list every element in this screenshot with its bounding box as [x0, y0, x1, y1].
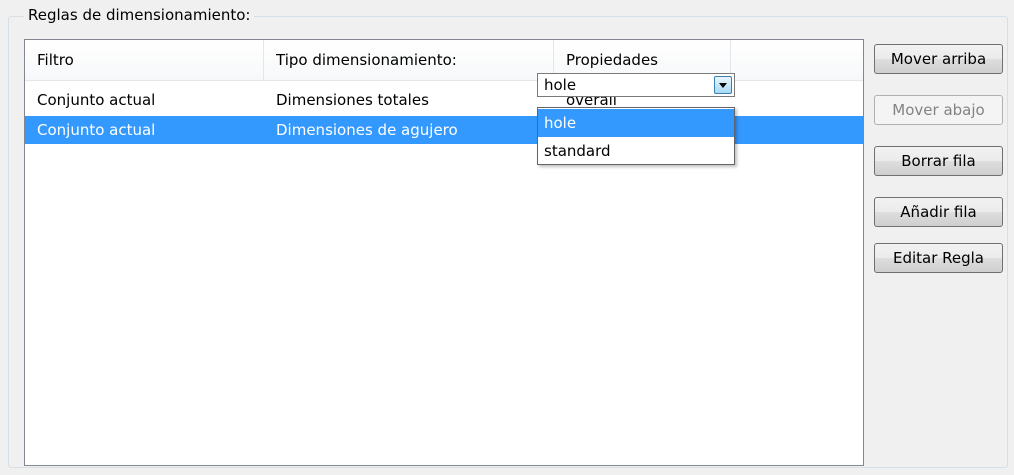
add-row-button[interactable]: Añadir fila: [874, 197, 1003, 227]
table-row-selected[interactable]: Conjunto actual Dimensiones de agujero: [25, 116, 863, 144]
property-combobox[interactable]: hole: [537, 73, 735, 97]
group-title: Reglas de dimensionamiento:: [24, 5, 255, 25]
chevron-down-icon[interactable]: [714, 76, 732, 94]
rules-table[interactable]: Filtro Tipo dimensionamiento: Propiedade…: [24, 39, 864, 466]
cell-filter: Conjunto actual: [37, 91, 156, 109]
dropdown-option-standard[interactable]: standard: [538, 137, 734, 165]
table-row[interactable]: Conjunto actual Dimensiones totales over…: [25, 86, 863, 114]
combobox-value: hole: [544, 76, 577, 94]
move-down-button[interactable]: Mover abajo: [874, 95, 1003, 125]
delete-row-button[interactable]: Borrar fila: [874, 146, 1003, 176]
column-header-type[interactable]: Tipo dimensionamiento:: [264, 40, 554, 80]
table-header: Filtro Tipo dimensionamiento: Propiedade…: [25, 40, 863, 81]
move-up-button[interactable]: Mover arriba: [874, 44, 1003, 74]
property-dropdown-list: hole standard: [537, 107, 735, 165]
cell-type: Dimensiones de agujero: [276, 121, 458, 139]
column-header-filter[interactable]: Filtro: [25, 40, 264, 80]
cell-filter: Conjunto actual: [37, 121, 156, 139]
edit-rule-button[interactable]: Editar Regla: [874, 243, 1003, 273]
cell-type: Dimensiones totales: [276, 91, 429, 109]
dropdown-option-hole[interactable]: hole: [538, 109, 734, 137]
